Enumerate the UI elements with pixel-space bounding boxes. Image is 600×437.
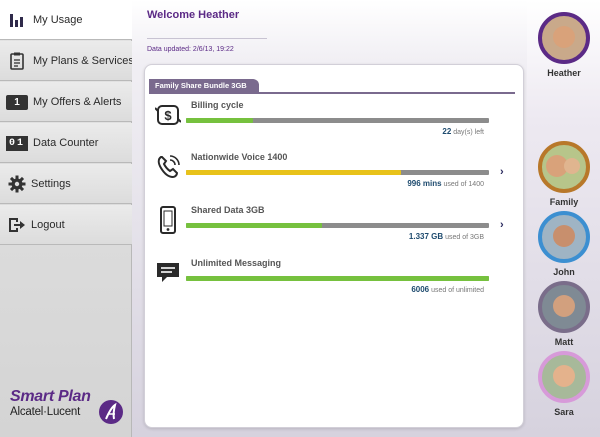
sidebar-item-data-counter[interactable]: 01 Data Counter (0, 123, 132, 163)
usage-number: 996 mins (407, 179, 442, 188)
bar-chart-icon (8, 11, 26, 29)
row-title: Nationwide Voice 1400 (191, 152, 288, 162)
usage-row-billing-cycle: $ Billing cycle 22 day(s) left (145, 100, 525, 152)
sidebar-item-logout[interactable]: Logout (0, 205, 132, 245)
contact-matt[interactable]: Matt (536, 281, 592, 347)
avatar (538, 12, 590, 64)
row-title: Unlimited Messaging (191, 258, 282, 268)
row-title: Shared Data 3GB (191, 205, 265, 215)
usage-text: 996 mins used of 1400 (186, 179, 484, 188)
usage-text: 1.337 GB used of 3GB (186, 232, 484, 241)
bundle-divider (149, 92, 515, 94)
row-title: Billing cycle (191, 100, 244, 110)
avatar (538, 351, 590, 403)
bundle-card: Family Share Bundle 3GB $ Billing cycle … (144, 64, 524, 428)
sidebar: My Usage My Plans & Services 1 My Offers… (0, 0, 134, 437)
contact-name: Matt (554, 337, 574, 347)
progress-bar (186, 170, 489, 175)
chevron-right-icon[interactable]: › (500, 166, 504, 178)
offers-badge: 1 (6, 94, 28, 110)
progress-fill (186, 223, 323, 228)
sidebar-item-my-offers[interactable]: 1 My Offers & Alerts (0, 82, 132, 122)
main-content: Welcome Heather Data updated: 2/6/13, 19… (132, 0, 527, 437)
contact-heather[interactable]: Heather (536, 12, 592, 78)
logout-icon (8, 216, 26, 234)
usage-row-messaging: Unlimited Messaging 6006 used of unlimit… (145, 258, 525, 310)
svg-text:$: $ (164, 108, 172, 123)
usage-text: 22 day(s) left (186, 127, 484, 136)
usage-suffix: day(s) left (451, 129, 484, 136)
contacts-panel: Heather Family John Matt Sara (527, 0, 600, 437)
chevron-right-icon[interactable]: › (500, 219, 504, 231)
contact-sara[interactable]: Sara (536, 351, 592, 417)
progress-fill (186, 170, 402, 175)
sidebar-item-label: Logout (31, 219, 65, 231)
contact-name: Heather (547, 68, 581, 78)
progress-bar (186, 276, 489, 281)
usage-suffix: used of unlimited (429, 287, 484, 294)
data-updated-timestamp: Data updated: 2/6/13, 19:22 (147, 46, 234, 53)
usage-suffix: used of 1400 (441, 181, 485, 188)
sidebar-item-label: Data Counter (33, 137, 99, 149)
usage-text: 6006 used of unlimited (186, 285, 484, 294)
phone-icon (155, 154, 181, 180)
counter-icon: 01 (6, 134, 28, 152)
avatar (538, 281, 590, 333)
sidebar-item-settings[interactable]: Settings (0, 164, 132, 204)
welcome-title: Welcome Heather (147, 9, 240, 21)
sidebar-item-my-usage[interactable]: My Usage (0, 0, 132, 40)
sidebar-item-label: My Plans & Services (33, 55, 134, 67)
sidebar-item-label: My Offers & Alerts (33, 96, 122, 108)
brand-logo: Smart Plan Alcatel·Lucent (10, 388, 125, 424)
progress-bar (186, 223, 489, 228)
dollar-cycle-icon: $ (155, 102, 181, 128)
alcatel-lucent-logo-icon (99, 400, 123, 424)
contact-family[interactable]: Family (536, 141, 592, 207)
usage-number: 1.337 GB (408, 232, 444, 241)
progress-fill (186, 118, 253, 123)
contact-name: Sara (554, 407, 574, 417)
sidebar-item-label: My Usage (33, 14, 83, 26)
contact-name: John (553, 267, 575, 277)
contact-name: Family (549, 197, 579, 207)
smartphone-icon (155, 206, 181, 234)
usage-suffix: used of 3GB (443, 234, 484, 241)
usage-row-data[interactable]: Shared Data 3GB 1.337 GB used of 3GB › (145, 205, 525, 257)
clipboard-icon (8, 52, 26, 70)
usage-number: 22 (442, 127, 452, 136)
divider (147, 38, 267, 39)
counter-digits: 01 (6, 135, 28, 151)
progress-fill (186, 276, 489, 281)
progress-bar (186, 118, 489, 123)
usage-row-voice[interactable]: Nationwide Voice 1400 996 mins used of 1… (145, 152, 525, 204)
sidebar-item-my-plans[interactable]: My Plans & Services (0, 41, 134, 81)
number-badge-icon: 1 (6, 93, 28, 111)
chat-icon (155, 260, 181, 286)
avatar (538, 141, 590, 193)
bundle-title: Family Share Bundle 3GB (149, 79, 259, 93)
gear-icon (8, 175, 26, 193)
sidebar-item-label: Settings (31, 178, 71, 190)
contact-john[interactable]: John (536, 211, 592, 277)
usage-number: 6006 (411, 285, 430, 294)
avatar (538, 211, 590, 263)
